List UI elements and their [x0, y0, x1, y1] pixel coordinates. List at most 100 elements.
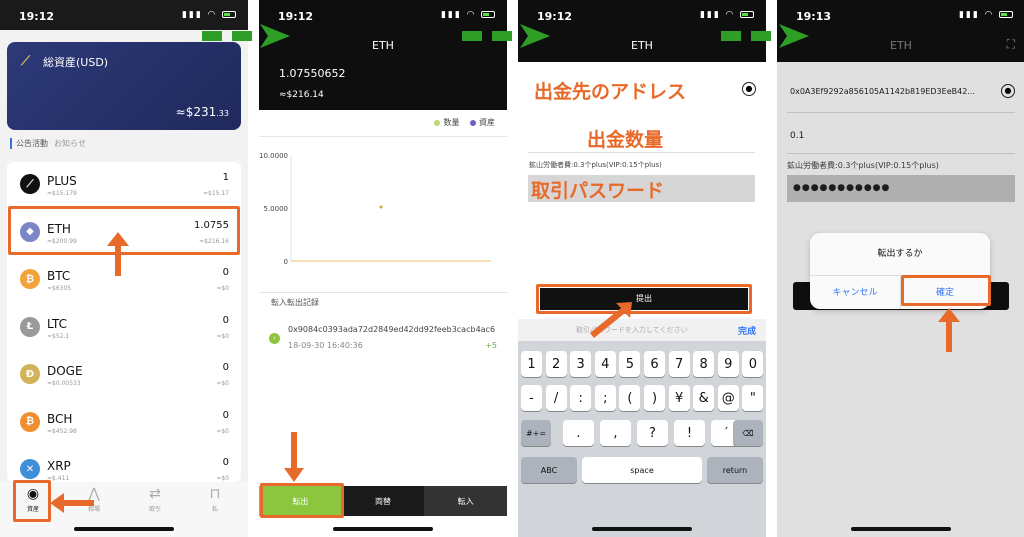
key-space[interactable]: space — [582, 457, 702, 483]
account-icon[interactable]: ● — [742, 82, 756, 96]
highlight-withdraw-button — [260, 483, 344, 518]
coin-name: BTC — [47, 269, 71, 283]
trade-icon: ⇄ — [149, 486, 161, 502]
key-punct-0[interactable]: . — [563, 420, 594, 446]
y-tick-label: 0 — [284, 258, 288, 266]
cancel-button[interactable]: キャンセル — [810, 285, 900, 298]
key-5[interactable]: 6 — [644, 351, 665, 377]
key-3[interactable]: 4 — [594, 351, 616, 377]
divider — [259, 292, 507, 293]
signal-wifi-battery-icon: ▮▮▮ ◠ — [700, 10, 754, 20]
legend-dot-assets — [470, 119, 476, 126]
key-sym-6[interactable]: ¥ — [668, 385, 690, 411]
step-arrow-1-to-2 — [202, 24, 290, 48]
coin-ltc-icon: Ł — [20, 316, 40, 337]
phone-withdraw-form-screen: ETH 19:12 ▮▮▮ ◠ 出金先のアドレス ● 出金数量 鉱山労働者費:0… — [518, 0, 766, 537]
coin-name: BCH — [47, 411, 73, 426]
coin-price: ≈$6305 — [47, 285, 72, 292]
key-4[interactable]: 5 — [619, 351, 641, 377]
records-title: 転入転出記録 — [271, 298, 319, 307]
coin-quantity: 1 — [222, 172, 229, 183]
coin-value-usd: ≈$0 — [216, 427, 229, 435]
highlight-confirm-button — [901, 275, 991, 306]
key-9[interactable]: 0 — [742, 351, 764, 377]
coin-row-ltc[interactable]: Ł LTC ≈$52.1 0 ≈$0 — [7, 306, 241, 353]
coin-price: ≈$452.98 — [47, 427, 77, 435]
total-assets-title: 総資産(USD) — [43, 56, 109, 69]
key-sym-0[interactable]: - — [521, 385, 542, 411]
keyboard-accessory-bar: 取引パスワードを入力してください 完成 — [518, 319, 766, 341]
key-6[interactable]: 7 — [668, 351, 690, 377]
coin-btc-icon: ₿ — [20, 269, 40, 289]
key-0[interactable]: 1 — [521, 351, 542, 377]
notice-tab-news[interactable]: お知らせ — [54, 139, 86, 148]
dialog-title: 転出するか — [877, 249, 923, 259]
key-punct-3[interactable]: ! — [674, 420, 705, 446]
amount-field-line — [528, 152, 755, 153]
key-sym-7[interactable]: & — [693, 385, 715, 411]
step-arrow-3-to-4 — [721, 24, 809, 48]
key-sym-3[interactable]: ; — [594, 385, 616, 411]
asset-chart-svg: 10.0000 5.0000 0 — [259, 152, 491, 266]
coin-quantity: 0 — [222, 362, 229, 373]
home-indicator — [333, 527, 433, 531]
exchange-button[interactable]: 両替 — [341, 486, 425, 516]
key-8[interactable]: 9 — [717, 351, 739, 377]
coin-row-doge[interactable]: Ð DOGE ≈$0.00533 0 ≈$0 — [7, 353, 241, 400]
key-7[interactable]: 8 — [693, 351, 715, 377]
key-sym-1[interactable]: / — [545, 385, 567, 411]
transfer-record[interactable]: › 0x9084c0393ada72d2849ed42dd92feeb3cacb… — [259, 312, 507, 360]
total-assets-amount: ≈$231.33 — [175, 105, 229, 119]
delete-key-icon[interactable]: ⌫ — [733, 420, 763, 446]
label-amount: 出金数量 — [587, 129, 664, 151]
key-sym-2[interactable]: : — [570, 385, 592, 411]
signal-wifi-battery-icon: ▮▮▮ ◠ — [959, 10, 1013, 20]
record-hash: 0x9084c0393ada72d2849ed42dd92feeb3cacb4a… — [288, 325, 496, 334]
done-button[interactable]: 完成 — [738, 324, 756, 337]
key-punct-1[interactable]: , — [600, 420, 631, 446]
key-sym-8[interactable]: @ — [717, 385, 739, 411]
key-sym-4[interactable]: ( — [619, 385, 641, 411]
scan-icon[interactable]: ⛶ — [1007, 37, 1015, 52]
coin-price: ≈$0.00533 — [47, 380, 81, 387]
coin-value-usd: ≈$0 — [216, 380, 229, 387]
tab-trade[interactable]: ⇄ 取引 — [130, 486, 180, 513]
coin-row-plus[interactable]: ⟋ PLUS ≈$15.179 1 ≈$15.17 — [7, 163, 241, 210]
tab-me[interactable]: ⊓ 私 — [190, 486, 240, 513]
highlight-submit-button — [536, 284, 752, 314]
step-arrow-2-to-3 — [462, 24, 550, 48]
coin-value-usd: ≈$15.17 — [202, 190, 229, 197]
plus-logo-icon: ⟋ — [21, 54, 31, 69]
legend-dot-quantity — [434, 119, 441, 126]
key-more-symbols[interactable]: #+= — [521, 420, 551, 446]
coin-value-usd: ≈$0 — [216, 332, 229, 340]
phone-assets-screen: 19:12 ▮▮▮ ◠ ⟋ 総資産(USD) ≈$231.33 公告活動 お知らせ… — [0, 0, 248, 537]
coin-name: LTC — [47, 316, 68, 331]
deposit-button[interactable]: 転入 — [424, 486, 507, 516]
y-tick-label: 10.0000 — [259, 152, 288, 160]
chart-legend: 数量 資産 — [426, 117, 495, 128]
key-punct-2[interactable]: ? — [637, 420, 668, 446]
key-1[interactable]: 2 — [545, 351, 567, 377]
coin-name: PLUS — [47, 174, 77, 188]
total-assets-card[interactable]: ⟋ 総資産(USD) ≈$231.33 — [7, 42, 241, 130]
coin-quantity: 0 — [222, 314, 229, 326]
notice-tab-activity[interactable]: 公告活動 — [16, 139, 48, 148]
arrow-up-annotation — [107, 232, 129, 276]
home-indicator — [851, 527, 951, 531]
key-sym-9[interactable]: " — [742, 385, 764, 411]
legend-label-quantity: 数量 — [443, 118, 460, 127]
signal-wifi-battery-icon: ▮▮▮ ◠ — [441, 10, 495, 20]
key-sym-5[interactable]: ) — [644, 385, 665, 411]
coin-price: ≈$15.179 — [47, 190, 77, 197]
highlight-assets-tab — [13, 480, 51, 522]
asset-chart: 10.0000 5.0000 0 — [259, 136, 507, 286]
miner-fee-text: 鉱山労働者費:0.3个plus(VIP:0.15个plus) — [529, 161, 662, 169]
key-return[interactable]: return — [707, 457, 763, 483]
coin-row-bch[interactable]: ₿ BCH ≈$452.98 0 ≈$0 — [7, 401, 241, 448]
key-2[interactable]: 3 — [570, 351, 592, 377]
notice-tabs: 公告活動 お知らせ — [10, 138, 86, 149]
home-indicator — [592, 527, 692, 531]
key-abc[interactable]: ABC — [521, 457, 577, 483]
arrow-up-annotation — [938, 308, 960, 352]
